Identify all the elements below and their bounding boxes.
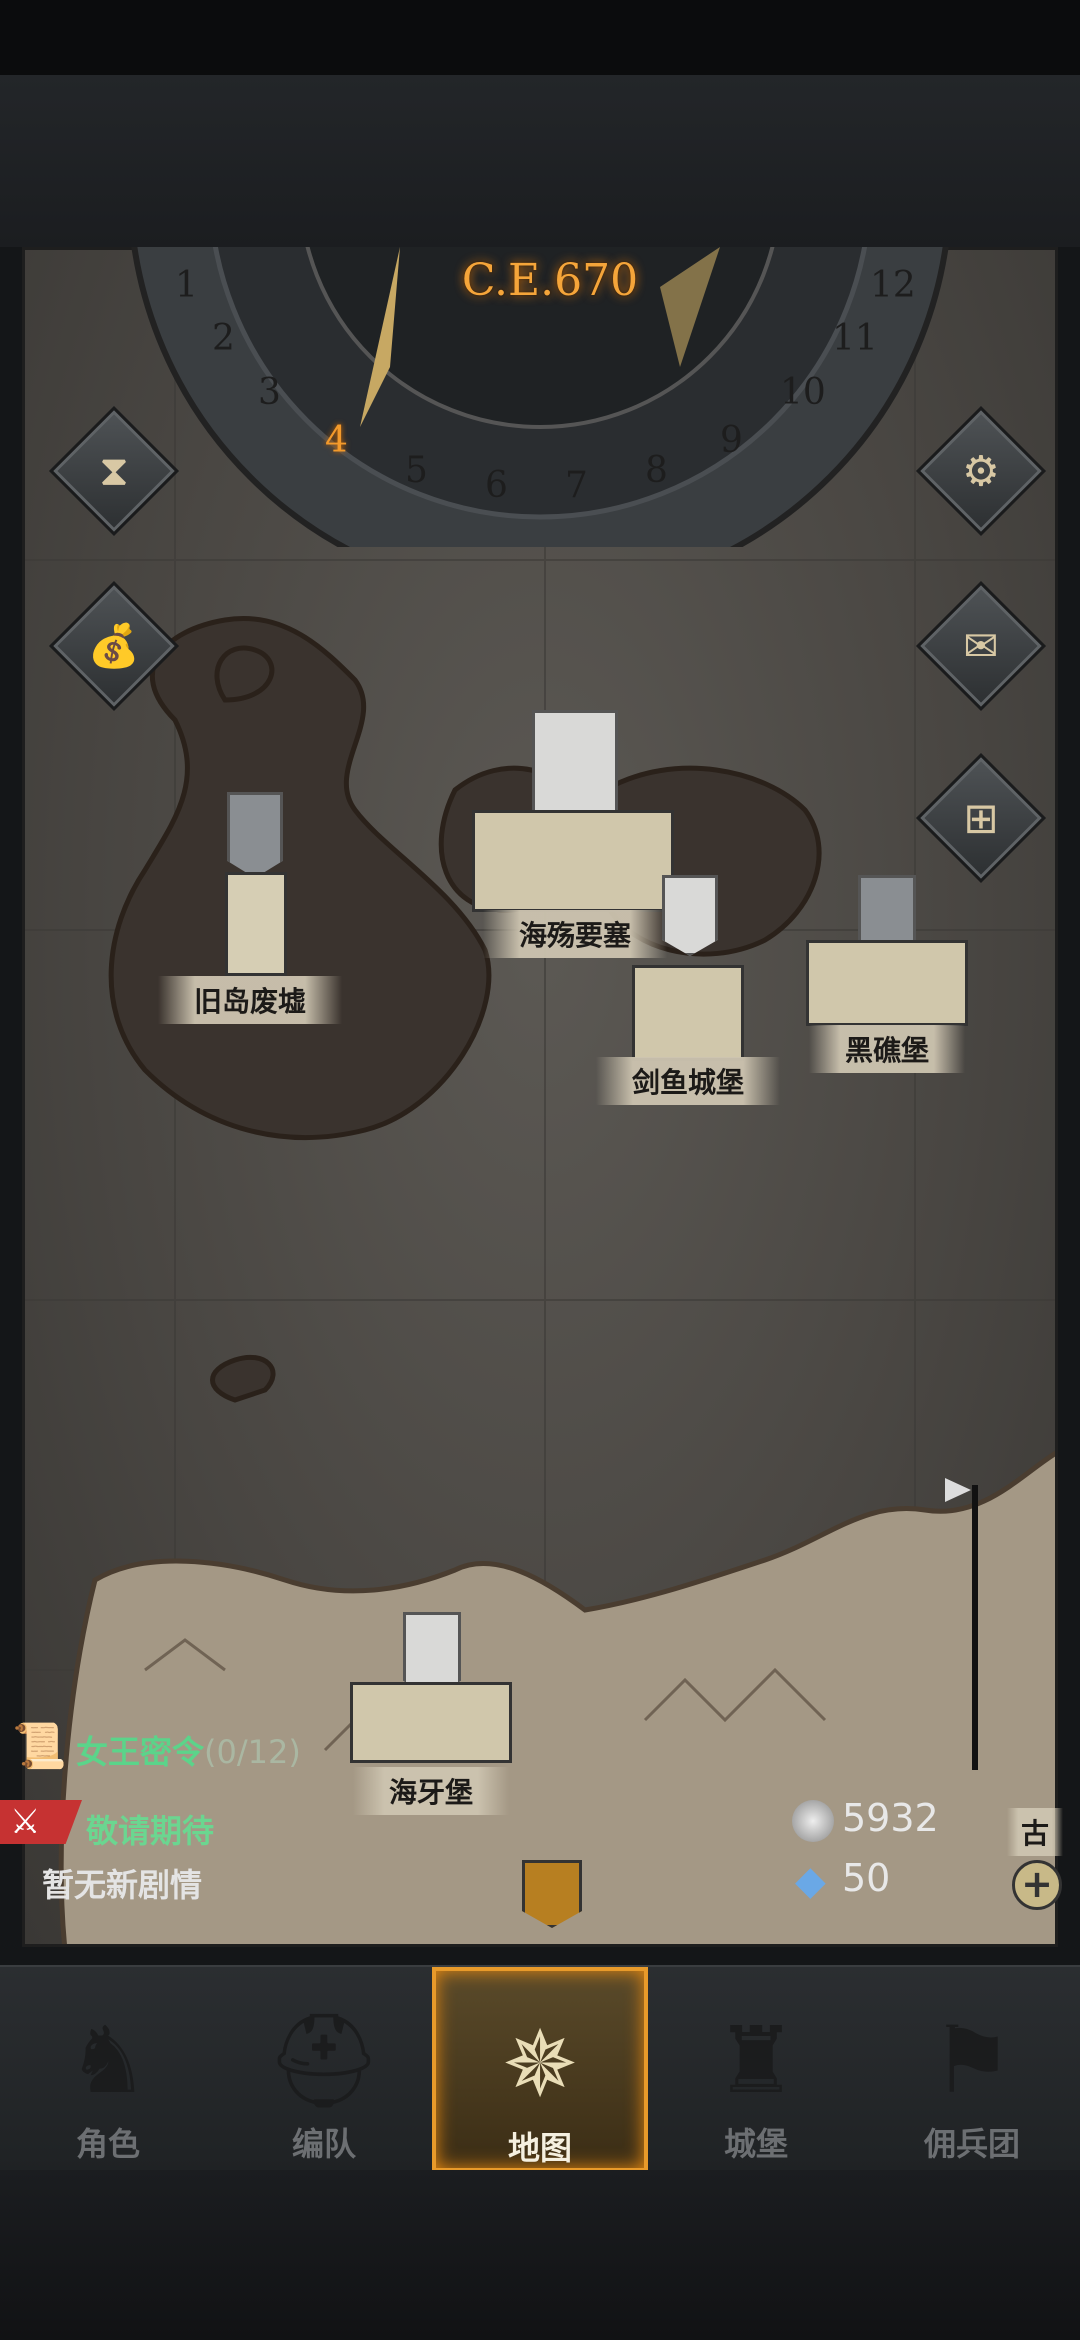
nav-label: 编队: [291, 2125, 356, 2163]
month-1: 1: [175, 265, 198, 306]
location-label[interactable]: 旧岛废墟: [157, 976, 343, 1024]
month-7: 7: [565, 465, 588, 506]
banner-white: [662, 875, 718, 956]
month-2: 2: [212, 318, 235, 359]
calendar-year: C.E.670: [461, 255, 639, 306]
location-label-partial[interactable]: 古: [1006, 1808, 1064, 1856]
nav-label: 佣兵团: [923, 2125, 1020, 2163]
flag-pole: [972, 1485, 978, 1770]
silver-amount: 5932: [842, 1796, 939, 1840]
month-4: 4: [325, 420, 348, 461]
month-10: 10: [780, 372, 826, 413]
bottom-nav: ♞ 角色 ⛑ 编队 ✵ 地图 ♜ 城堡 ⚑ 佣兵团: [0, 1965, 1080, 2172]
castle-icon: [350, 1682, 512, 1763]
knight-icon: ♞: [66, 2007, 150, 2114]
mail-icon: ✉: [963, 621, 999, 671]
hourglass-icon: ⧗: [99, 446, 129, 495]
crystal-icon: ◆: [795, 1858, 826, 1904]
quest-progress: (0/12): [204, 1733, 301, 1771]
month-3: 3: [258, 372, 281, 413]
month-9: 9: [720, 420, 743, 461]
nav-label: 地图: [507, 2129, 572, 2167]
nav-formation[interactable]: ⛑ 编队: [216, 1967, 432, 2172]
nav-label: 城堡: [723, 2125, 788, 2163]
month-6: 6: [485, 465, 508, 506]
silver-coin-icon: [792, 1800, 834, 1842]
location-label[interactable]: 黑礁堡: [808, 1025, 966, 1073]
nav-label: 角色: [75, 2125, 140, 2163]
castle-sea-fang[interactable]: [350, 1612, 512, 1763]
location-label[interactable]: 剑鱼城堡: [595, 1057, 781, 1105]
flag-icon: [945, 1478, 971, 1502]
castle-swordfish[interactable]: [632, 875, 744, 1061]
castle-icon: ♜: [714, 2007, 798, 2114]
swords-icon: ⚔: [10, 1802, 41, 1842]
nav-mercenary[interactable]: ⚑ 佣兵团: [864, 1967, 1080, 2172]
castle-icon: [806, 940, 968, 1026]
scroll-icon: 📜: [12, 1721, 67, 1772]
quest-coming-soon[interactable]: 敬请期待: [86, 1806, 214, 1852]
add-resource-button[interactable]: +: [1012, 1860, 1062, 1910]
crystal-amount: 50: [842, 1856, 891, 1900]
castle-black-reef[interactable]: [806, 875, 968, 1026]
tower-icon: [225, 872, 287, 976]
month-11: 11: [832, 318, 878, 359]
status-bar: [0, 0, 1080, 75]
bottom-band: [0, 2170, 1080, 2340]
gear-icon: ⚙: [962, 446, 1000, 496]
quest-title[interactable]: 女王密令(0/12): [76, 1727, 301, 1773]
nav-map[interactable]: ✵ 地图: [432, 1967, 648, 2172]
banner-gray: [227, 792, 283, 878]
month-8: 8: [645, 450, 668, 491]
month-5: 5: [405, 450, 428, 491]
helmet-icon: ⛑: [265, 2007, 383, 2114]
compass-icon: ✵: [501, 2011, 579, 2118]
header-band: [0, 75, 1080, 247]
bag-icon: 💰: [87, 621, 141, 670]
mercenary-icon: ⚑: [930, 2007, 1014, 2114]
month-12: 12: [870, 265, 916, 306]
quest-name: 女王密令: [76, 1733, 205, 1771]
story-status: 暂无新剧情: [42, 1866, 203, 1904]
location-label[interactable]: 海牙堡: [352, 1767, 510, 1815]
nav-castle[interactable]: ♜ 城堡: [648, 1967, 864, 2172]
castle-old-island[interactable]: [225, 792, 287, 976]
nav-character[interactable]: ♞ 角色: [0, 1967, 216, 2172]
castle-icon: [632, 965, 744, 1061]
window-icon: ⊞: [963, 793, 999, 843]
